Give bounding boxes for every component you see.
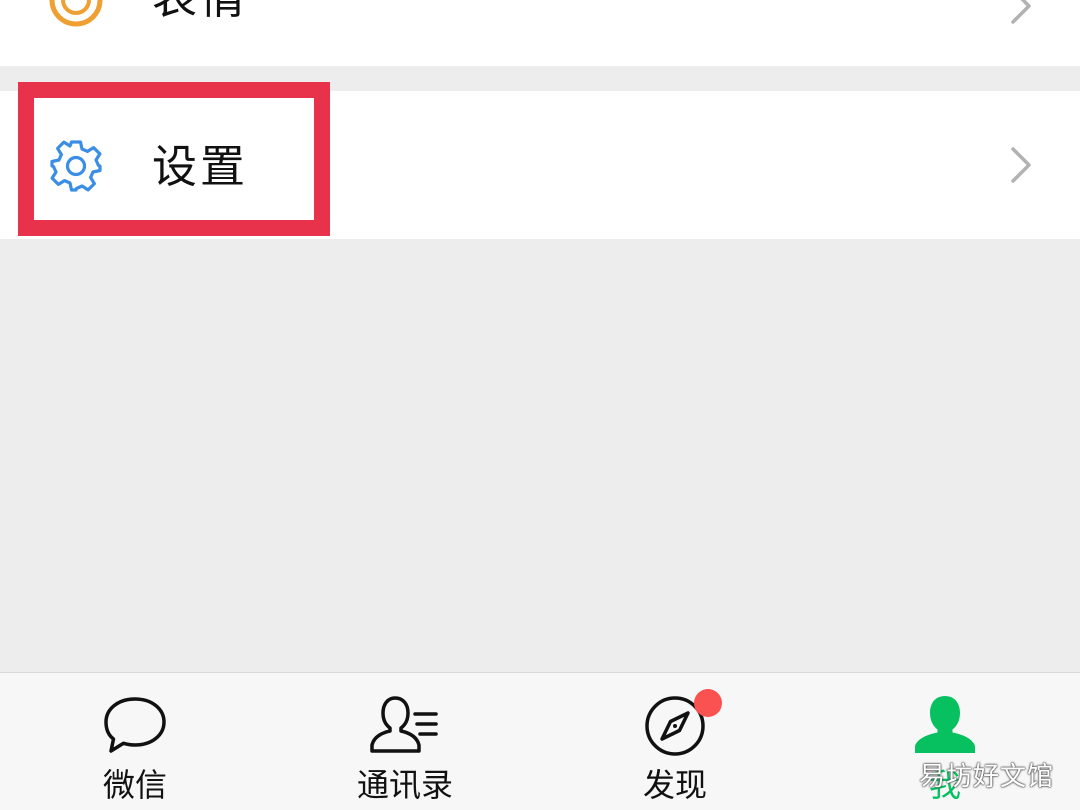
tab-chats-label: 微信 — [102, 766, 167, 804]
watermark: 易坊好文馆 — [918, 762, 1054, 792]
me-page: 表情 设置 微信 — [0, 0, 1080, 810]
chevron-right-icon — [1011, 147, 1031, 183]
chat-bubble-icon — [104, 697, 166, 753]
tab-chats[interactable]: 微信 — [0, 673, 270, 810]
emoji-icon — [49, 0, 103, 27]
tab-contacts[interactable]: 通讯录 — [270, 673, 540, 810]
tab-discover-label: 发现 — [642, 766, 707, 804]
tab-contacts-label: 通讯录 — [356, 766, 453, 804]
highlight-box — [18, 82, 330, 236]
contacts-icon — [370, 696, 438, 753]
menu-item-emoji-label: 表情 — [152, 0, 248, 26]
notification-badge — [694, 689, 722, 717]
chevron-right-icon — [1011, 0, 1031, 24]
tab-discover[interactable]: 发现 — [540, 673, 810, 810]
menu-item-emoji[interactable]: 表情 — [0, 0, 1080, 66]
person-icon — [915, 696, 975, 753]
